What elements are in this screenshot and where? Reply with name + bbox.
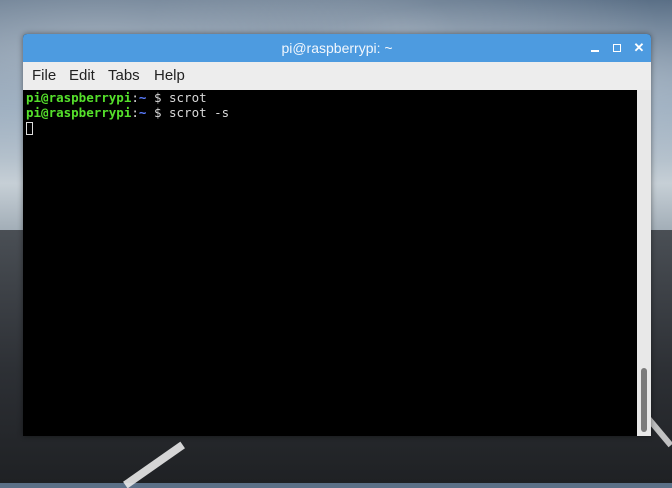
maximize-button[interactable] <box>609 40 625 56</box>
scrollbar-thumb[interactable] <box>641 368 647 432</box>
terminal-line: pi@raspberrypi:~ $ scrot -s <box>26 105 637 120</box>
command-text: scrot -s <box>169 105 230 120</box>
text-cursor <box>26 122 33 135</box>
menu-tabs[interactable]: Tabs <box>108 67 140 84</box>
vertical-scrollbar[interactable] <box>637 90 651 436</box>
menu-file[interactable]: File <box>32 67 56 84</box>
maximize-icon <box>613 44 621 52</box>
terminal-line: pi@raspberrypi:~ $ scrot <box>26 90 637 105</box>
command-text: scrot <box>169 90 207 105</box>
prompt-symbol: $ <box>146 90 169 105</box>
prompt-user: pi@raspberrypi <box>26 90 132 105</box>
minimize-icon <box>591 50 599 52</box>
menu-edit[interactable]: Edit <box>69 67 95 84</box>
close-icon: ✕ <box>633 40 645 55</box>
prompt-user: pi@raspberrypi <box>26 105 132 120</box>
terminal-line <box>26 120 637 135</box>
prompt-separator: : <box>131 105 139 120</box>
terminal-window[interactable]: pi@raspberrypi: ~ ✕ File Edit Tabs Help … <box>23 34 651 436</box>
prompt-symbol: $ <box>146 105 169 120</box>
title-bar[interactable]: pi@raspberrypi: ~ ✕ <box>23 34 651 62</box>
menu-help[interactable]: Help <box>154 67 185 84</box>
prompt-separator: : <box>131 90 139 105</box>
close-button[interactable]: ✕ <box>631 40 647 56</box>
minimize-button[interactable] <box>587 40 603 56</box>
window-title: pi@raspberrypi: ~ <box>281 40 393 56</box>
menu-bar: File Edit Tabs Help <box>23 62 651 91</box>
terminal-output[interactable]: pi@raspberrypi:~ $ scrot pi@raspberrypi:… <box>23 90 637 436</box>
